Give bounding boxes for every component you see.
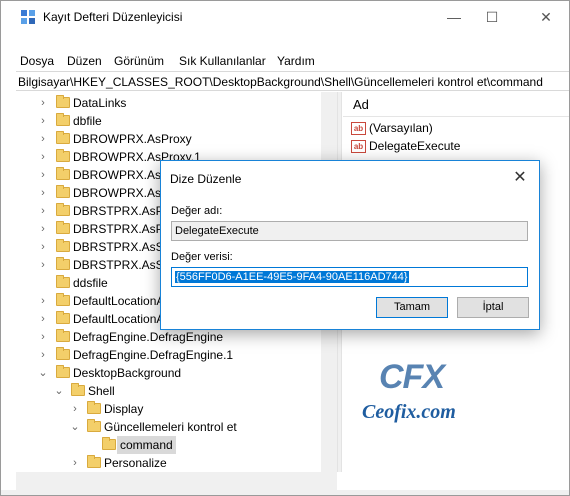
title-bar: Kayıt Defteri Düzenleyicisi — ☐ ✕ bbox=[1, 1, 569, 33]
menu-sik-kullanilanlar[interactable]: Sık Kullanılanlar bbox=[179, 54, 266, 68]
address-bar[interactable]: Bilgisayar\HKEY_CLASSES_ROOT\DesktopBack… bbox=[16, 71, 569, 91]
folder-icon bbox=[56, 329, 70, 342]
maximize-icon: ☐ bbox=[485, 8, 499, 25]
tree-item-label: DesktopBackground bbox=[73, 366, 182, 380]
folder-icon bbox=[87, 401, 101, 414]
string-value-icon: ab bbox=[351, 140, 366, 154]
chevron-right-icon[interactable]: › bbox=[38, 112, 48, 130]
folder-icon bbox=[56, 311, 70, 324]
tree-item-label: DBROWPRX.AsProxy bbox=[73, 132, 192, 146]
tree-item-label: DefaultLocationApi bbox=[73, 294, 174, 308]
folder-icon bbox=[56, 167, 70, 180]
chevron-down-icon[interactable]: ⌄ bbox=[54, 382, 64, 400]
value-name: DelegateExecute bbox=[369, 139, 461, 153]
folder-icon bbox=[56, 239, 70, 252]
tree-item-label: DefragEngine.DefragEngine bbox=[73, 330, 224, 344]
dialog-title-bar: Dize Düzenle ✕ bbox=[161, 161, 539, 194]
tree-item-label: dbfile bbox=[73, 114, 102, 128]
tree-item-chevron bbox=[38, 274, 48, 292]
menu-yardim[interactable]: Yardım bbox=[277, 54, 315, 68]
folder-icon bbox=[56, 221, 70, 234]
folder-icon bbox=[56, 149, 70, 162]
folder-icon bbox=[56, 131, 70, 144]
window-title: Kayıt Defteri Düzenleyicisi bbox=[43, 10, 183, 24]
folder-icon bbox=[102, 437, 116, 450]
chevron-right-icon[interactable]: › bbox=[38, 292, 48, 310]
folder-icon bbox=[56, 113, 70, 126]
chevron-down-icon[interactable]: ⌄ bbox=[38, 364, 48, 382]
value-name-label: Değer adı: bbox=[171, 205, 223, 217]
folder-icon bbox=[87, 455, 101, 468]
folder-icon bbox=[71, 383, 85, 396]
tree-item-label: Personalize bbox=[104, 456, 167, 470]
tree-horizontal-scrollbar[interactable] bbox=[16, 472, 337, 490]
folder-icon bbox=[87, 419, 101, 432]
dialog-close-button[interactable]: ✕ bbox=[509, 167, 531, 189]
chevron-right-icon[interactable]: › bbox=[38, 202, 48, 220]
minimize-icon: — bbox=[447, 9, 461, 25]
watermark-logo: CFX bbox=[379, 358, 445, 396]
value-row-default[interactable]: ab (Varsayılan) bbox=[351, 119, 433, 137]
name-column-label: Ad bbox=[353, 97, 369, 112]
tree-item-chevron bbox=[86, 436, 96, 454]
watermark-text: Ceofix.com bbox=[362, 401, 456, 423]
menu-dosya[interactable]: Dosya bbox=[20, 54, 54, 68]
chevron-right-icon[interactable]: › bbox=[38, 220, 48, 238]
string-value-icon: ab bbox=[351, 122, 366, 136]
chevron-right-icon[interactable]: › bbox=[38, 310, 48, 328]
dialog-title: Dize Düzenle bbox=[170, 172, 242, 186]
folder-icon bbox=[56, 257, 70, 270]
tree-item-label: Güncellemeleri kontrol et bbox=[104, 420, 237, 434]
value-name: (Varsayılan) bbox=[369, 121, 433, 135]
chevron-right-icon[interactable]: › bbox=[38, 148, 48, 166]
folder-icon bbox=[56, 95, 70, 108]
close-icon: ✕ bbox=[513, 169, 527, 186]
tree-item-label: ddsfile bbox=[73, 276, 108, 290]
folder-icon bbox=[56, 293, 70, 306]
folder-icon bbox=[56, 185, 70, 198]
tree-item-label: Display bbox=[104, 402, 144, 416]
cancel-button[interactable]: İptal bbox=[457, 297, 529, 318]
status-bar bbox=[1, 490, 569, 495]
tree-item-label: command bbox=[117, 436, 176, 454]
menu-gorunum[interactable]: Görünüm bbox=[114, 54, 164, 68]
name-column-header[interactable]: Ad bbox=[343, 92, 569, 117]
tree-item-label: DefragEngine.DefragEngine.1 bbox=[73, 348, 234, 362]
value-name-field: DelegateExecute bbox=[171, 221, 528, 241]
chevron-right-icon[interactable]: › bbox=[38, 130, 48, 148]
folder-icon bbox=[56, 365, 70, 378]
ok-button[interactable]: Tamam bbox=[376, 297, 448, 318]
tree-item-label: Shell bbox=[88, 384, 115, 398]
tree-item-label: DataLinks bbox=[73, 96, 127, 110]
chevron-right-icon[interactable]: › bbox=[38, 256, 48, 274]
maximize-button[interactable]: ☐ bbox=[469, 1, 515, 33]
edit-string-dialog: Dize Düzenle ✕ Değer adı: DelegateExecut… bbox=[160, 160, 540, 330]
value-row-delegateexecute[interactable]: ab DelegateExecute bbox=[351, 137, 460, 155]
value-data-label: Değer verisi: bbox=[171, 251, 233, 263]
chevron-right-icon[interactable]: › bbox=[38, 346, 48, 364]
chevron-right-icon[interactable]: › bbox=[38, 184, 48, 202]
registry-editor-icon bbox=[21, 10, 35, 24]
chevron-right-icon[interactable]: › bbox=[70, 400, 80, 418]
folder-icon bbox=[56, 203, 70, 216]
chevron-down-icon[interactable]: ⌄ bbox=[70, 418, 80, 436]
chevron-right-icon[interactable]: › bbox=[38, 238, 48, 256]
close-button[interactable]: ✕ bbox=[523, 1, 569, 33]
value-data-input[interactable]: {556FF0D6-A1EE-49E5-9FA4-90AE116AD744} bbox=[171, 267, 528, 287]
value-data-selected-text: {556FF0D6-A1EE-49E5-9FA4-90AE116AD744} bbox=[175, 271, 409, 283]
chevron-right-icon[interactable]: › bbox=[70, 454, 80, 472]
folder-icon bbox=[56, 347, 70, 360]
menu-bar: Dosya Düzen Görünüm Sık Kullanılanlar Ya… bbox=[1, 51, 569, 71]
close-icon: ✕ bbox=[540, 8, 552, 25]
chevron-right-icon[interactable]: › bbox=[38, 166, 48, 184]
menu-duzen[interactable]: Düzen bbox=[67, 54, 102, 68]
chevron-right-icon[interactable]: › bbox=[38, 94, 48, 112]
chevron-right-icon[interactable]: › bbox=[38, 328, 48, 346]
folder-icon bbox=[56, 275, 70, 288]
